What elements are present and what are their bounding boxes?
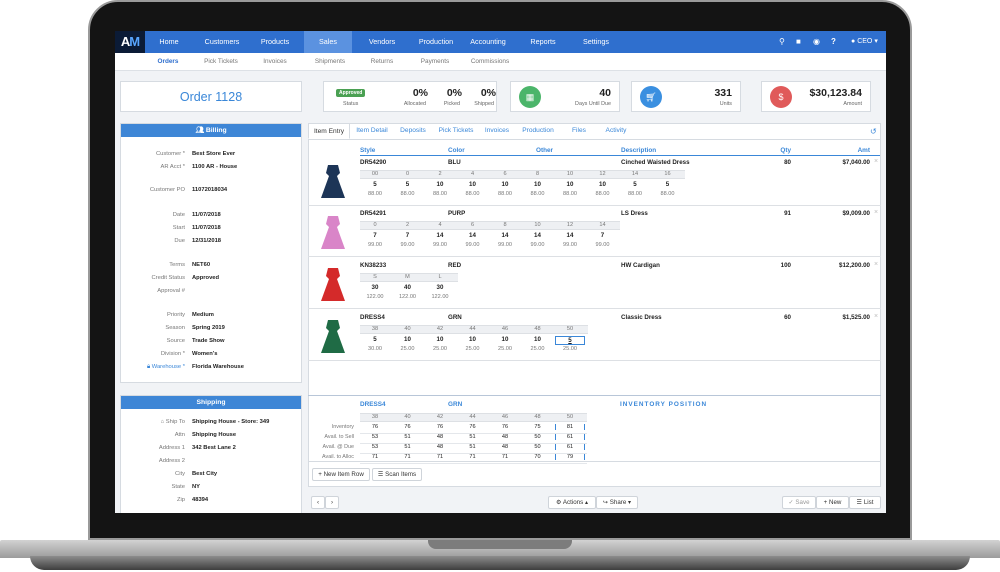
next-button[interactable]: ›	[325, 496, 339, 509]
inventory-value: 53	[371, 434, 379, 440]
inventory-value: 61	[555, 444, 585, 450]
new-item-row-button[interactable]: + New Item Row	[312, 468, 370, 481]
inventory-row-label: Avail. @ Due	[322, 444, 354, 450]
inventory-value: 70	[534, 454, 541, 460]
laptop-foot	[30, 556, 970, 570]
inventory-value: 76	[371, 424, 379, 430]
inventory-value: 71	[404, 454, 411, 460]
inventory-grid: 38 40 42 44 46 48 50 Inventory 76 76 76 76 76 75 81 Ava…	[115, 31, 886, 513]
inventory-value: 51	[469, 444, 476, 450]
inventory-size-label: 46	[501, 414, 509, 420]
inventory-value: 75	[534, 424, 541, 430]
inventory-row-divider	[360, 463, 587, 464]
inventory-value: 71	[371, 454, 379, 460]
inventory-value: 71	[469, 454, 476, 460]
list-label: List	[863, 499, 874, 506]
caret-up-icon: ▴	[584, 499, 589, 506]
save-label: Save	[795, 499, 810, 506]
inventory-value: 76	[404, 424, 411, 430]
actions-button[interactable]: ⚙ Actions ▴	[548, 496, 596, 509]
plus-icon: +	[823, 499, 828, 506]
list-button[interactable]: ☰ List	[849, 496, 881, 509]
new-item-row-label: New Item Row	[323, 471, 364, 478]
laptop-notch	[428, 540, 572, 549]
inventory-size-label: 48	[534, 414, 541, 420]
check-icon: ✓	[788, 499, 794, 506]
inventory-value: 50	[534, 434, 541, 440]
inventory-row-label: Avail. to Alloc	[322, 454, 354, 460]
inventory-size-label: 40	[404, 414, 411, 420]
inventory-value: 76	[436, 424, 444, 430]
inventory-value: 51	[469, 434, 476, 440]
inventory-size-label: 50	[566, 414, 574, 420]
new-label: New	[828, 499, 842, 506]
inventory-value: 48	[501, 434, 509, 440]
chevron-left-icon: ‹	[316, 499, 320, 506]
share-label: Share	[609, 499, 627, 506]
list-icon: ☰	[856, 499, 863, 506]
inventory-value: 79	[555, 454, 585, 460]
barcode-icon: ☰	[377, 471, 384, 478]
panel-footer-divider	[308, 461, 881, 462]
share-button[interactable]: ↪ Share ▾	[596, 496, 638, 509]
actions-label: Actions	[562, 499, 584, 506]
inventory-value: 50	[534, 444, 541, 450]
inventory-value: 81	[555, 424, 585, 430]
inventory-size-label: 38	[371, 414, 379, 420]
inventory-value: 51	[404, 444, 411, 450]
inventory-value: 76	[501, 424, 509, 430]
inventory-size-label: 42	[436, 414, 444, 420]
plus-icon: +	[318, 471, 322, 478]
scan-items-label: Scan Items	[385, 471, 417, 478]
share-icon: ↪	[602, 499, 609, 506]
inventory-size-label: 44	[469, 414, 476, 420]
new-button[interactable]: + New	[816, 496, 849, 509]
inventory-value: 48	[501, 444, 509, 450]
inventory-value: 53	[371, 444, 379, 450]
inventory-value: 51	[404, 434, 411, 440]
inventory-value: 61	[555, 434, 585, 440]
save-button[interactable]: ✓ Save	[782, 496, 816, 509]
inventory-row-label: Inventory	[331, 424, 354, 430]
prev-button[interactable]: ‹	[311, 496, 325, 509]
caret-down-icon: ▾	[628, 499, 632, 506]
inventory-value: 71	[501, 454, 509, 460]
inventory-value: 71	[436, 454, 444, 460]
chevron-right-icon: ›	[330, 499, 334, 506]
gear-icon: ⚙	[555, 499, 562, 506]
inventory-row-label: Avail. to Sell	[324, 434, 354, 440]
scan-items-button[interactable]: ☰ Scan Items	[372, 468, 422, 481]
inventory-value: 48	[436, 434, 444, 440]
app-screen: AM Home Customers Products Sales Vendors…	[115, 31, 886, 513]
inventory-value: 48	[436, 444, 444, 450]
inventory-value: 76	[469, 424, 476, 430]
